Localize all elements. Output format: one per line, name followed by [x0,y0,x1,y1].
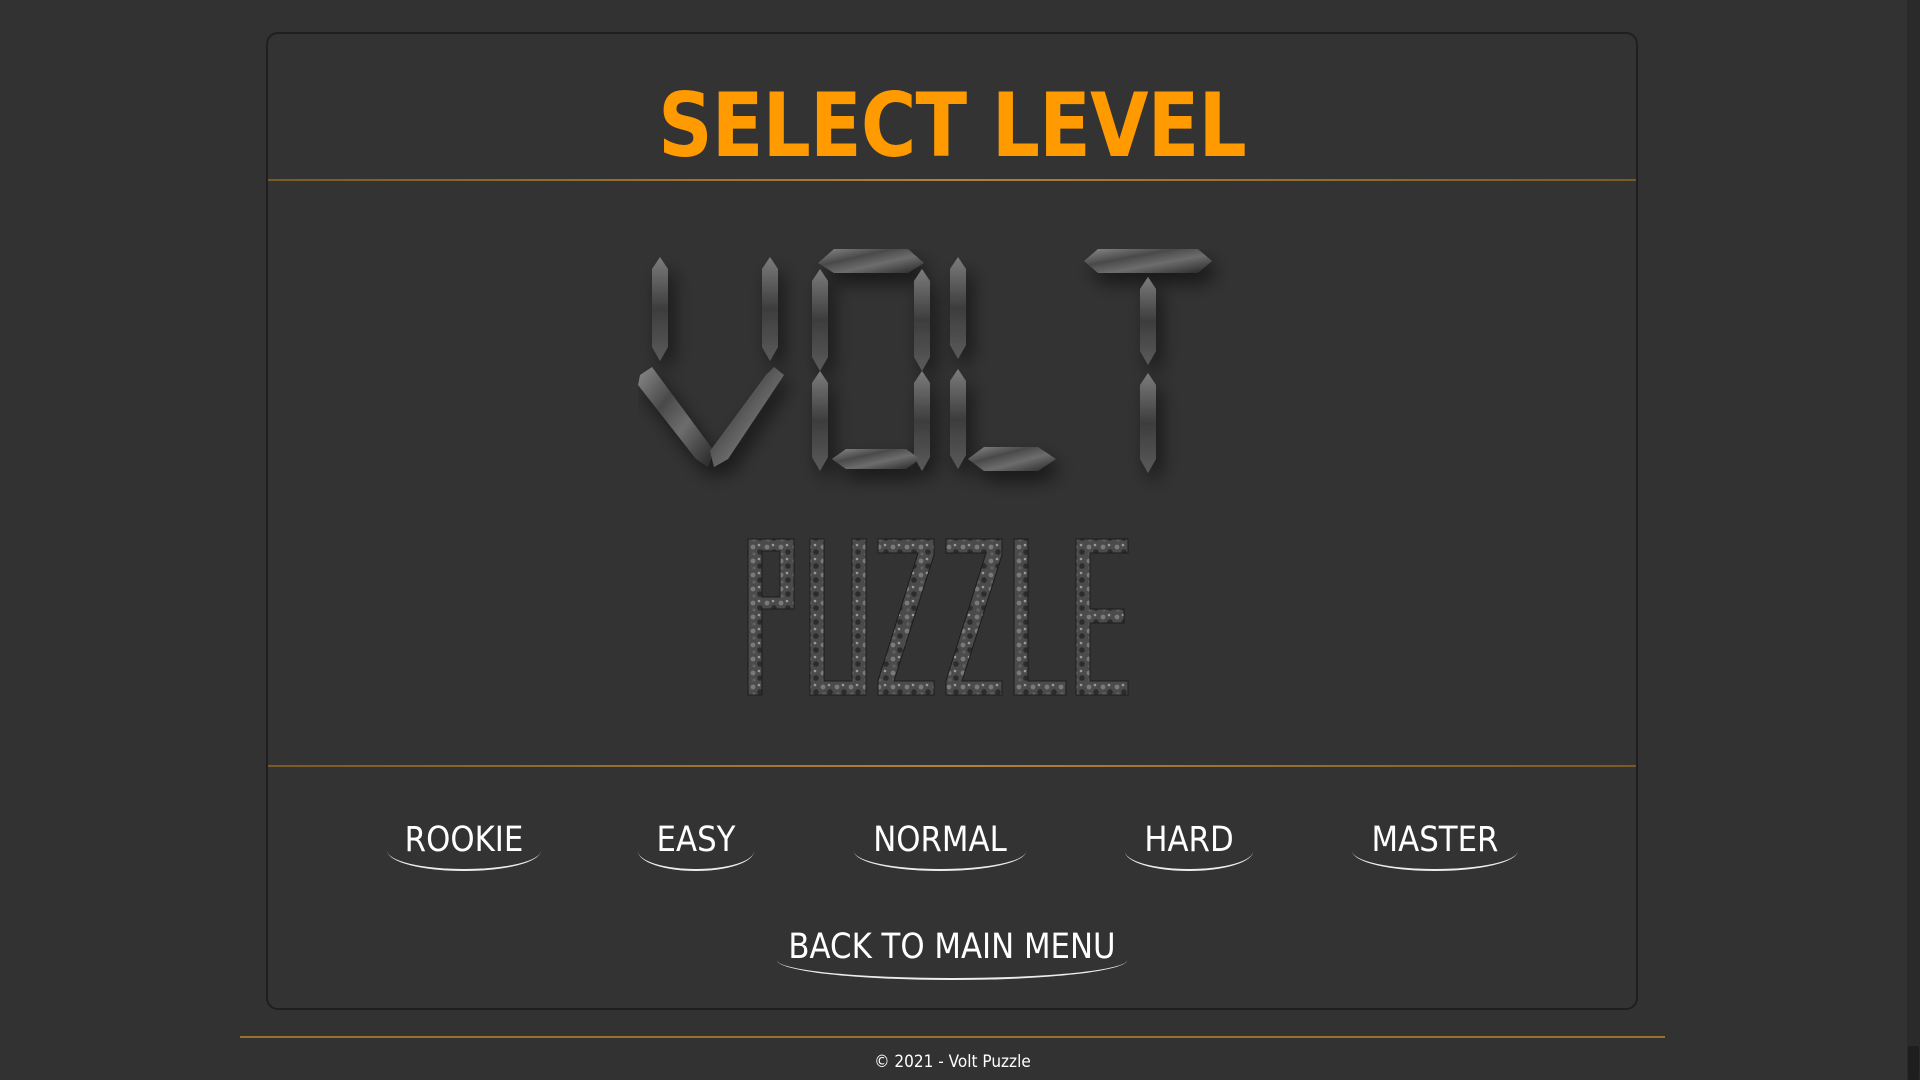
level-hard-button[interactable]: HARD [1124,809,1254,871]
menu-divider [268,765,1636,767]
scrollbar-thumb[interactable] [1908,1046,1919,1080]
page-scrollbar[interactable] [1907,0,1920,1080]
footer-divider [240,1036,1665,1038]
back-to-main-menu-button[interactable]: BACK TO MAIN MENU [776,914,1128,980]
volt-puzzle-logo-icon [638,249,1268,759]
level-select-panel: SELECT LEVEL ROOKIE EASY NORMAL HARD MAS… [266,32,1638,1010]
level-button-row: ROOKIE EASY NORMAL HARD MASTER [268,809,1636,889]
page-title: SELECT LEVEL [658,74,1247,177]
level-easy-button[interactable]: EASY [637,809,755,871]
level-normal-button[interactable]: NORMAL [853,809,1027,871]
logo-puzzle-letters [747,538,1129,696]
logo-volt-letters [638,249,1212,473]
footer-copyright: © 2021 - Volt Puzzle [874,1052,1031,1072]
level-master-button[interactable]: MASTER [1352,809,1518,871]
game-viewport: SELECT LEVEL ROOKIE EASY NORMAL HARD MAS… [0,0,1920,1080]
level-rookie-button[interactable]: ROOKIE [387,809,541,871]
title-divider [268,179,1636,181]
